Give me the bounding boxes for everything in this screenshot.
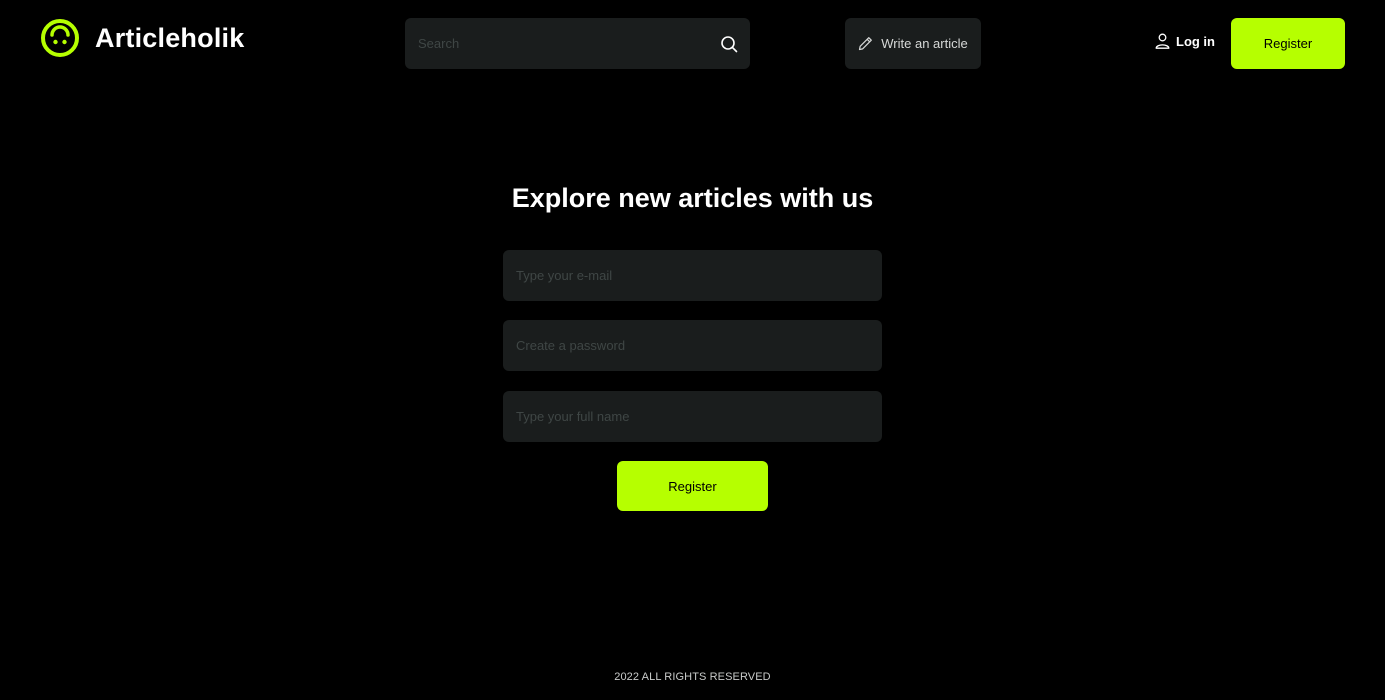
- full-name-field[interactable]: [503, 391, 882, 442]
- register-submit-button[interactable]: Register: [617, 461, 768, 511]
- write-article-button[interactable]: Write an article: [845, 18, 981, 69]
- smiley-face-icon: [41, 19, 79, 57]
- page: Articleholik Write an article Log in Reg…: [0, 0, 1385, 700]
- write-article-label: Write an article: [881, 36, 968, 51]
- header-register-button[interactable]: Register: [1231, 18, 1345, 69]
- brand-logo[interactable]: Articleholik: [40, 18, 244, 58]
- email-field-container: [503, 250, 882, 301]
- full-name-field-container: [503, 391, 882, 442]
- email-field[interactable]: [503, 250, 882, 301]
- search-icon[interactable]: [720, 35, 738, 53]
- page-title: Explore new articles with us: [511, 183, 874, 213]
- brand-name: Articleholik: [95, 22, 245, 53]
- search-input[interactable]: [405, 18, 720, 69]
- password-field[interactable]: [503, 320, 882, 371]
- login-label: Log in: [1176, 33, 1215, 49]
- pencil-icon: [859, 37, 873, 51]
- password-field-container: [503, 320, 882, 371]
- footer-copyright: 2022 ALL RIGHTS RESERVED: [614, 671, 771, 683]
- search-bar: [405, 18, 750, 69]
- login-link[interactable]: Log in: [1155, 33, 1215, 49]
- user-icon: [1155, 33, 1170, 49]
